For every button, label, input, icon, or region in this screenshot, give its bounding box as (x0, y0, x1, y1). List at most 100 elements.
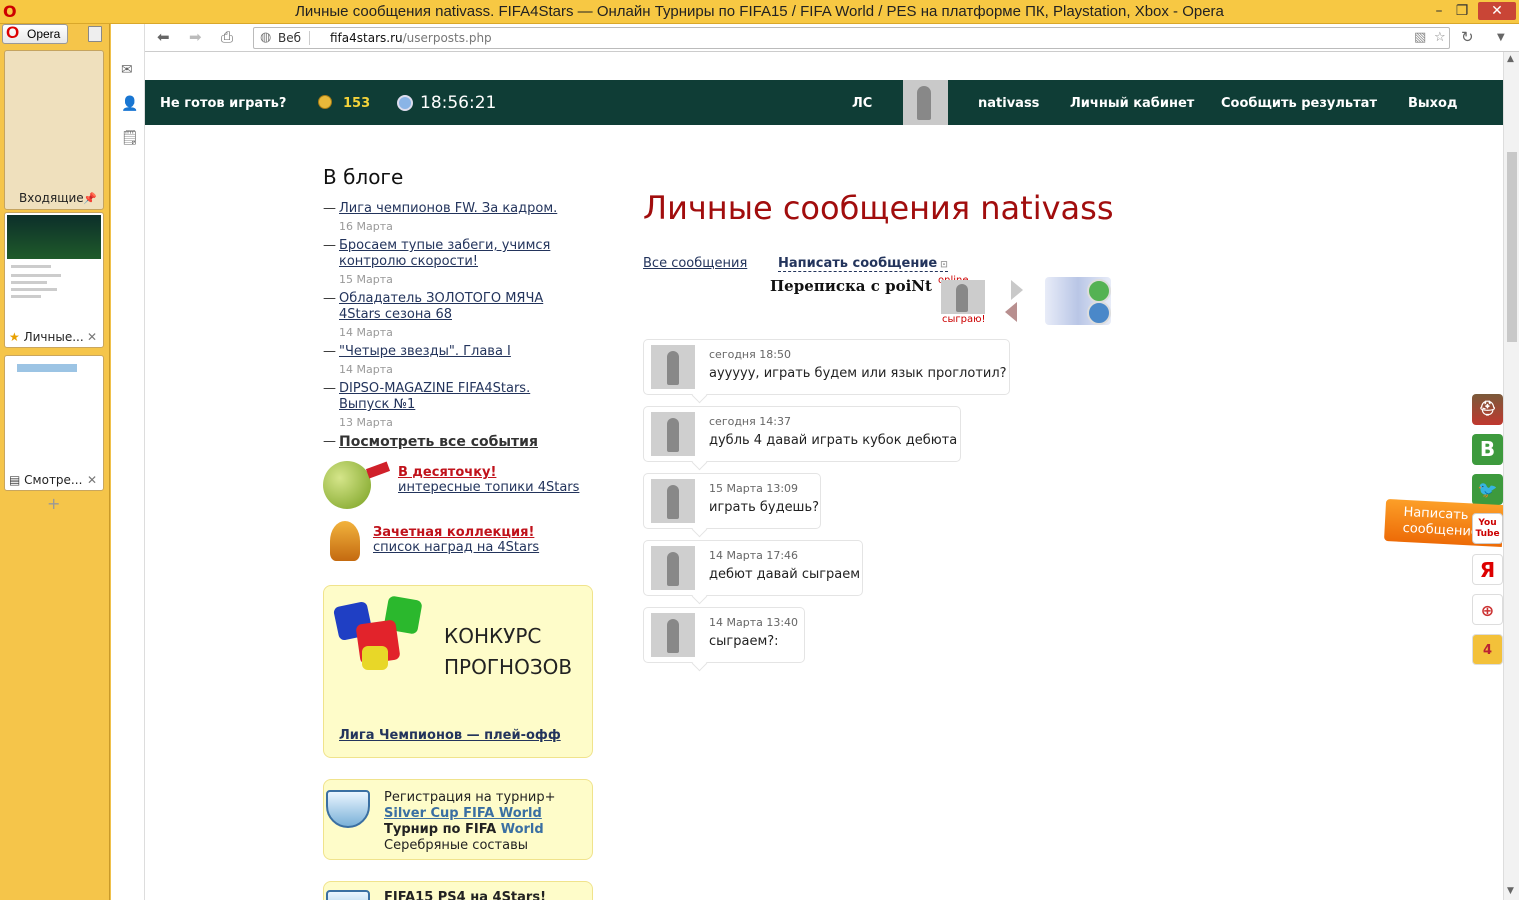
registration-box[interactable]: Регистрация на турнир+ Silver Cup FIFA W… (323, 779, 593, 860)
vk-icon[interactable]: B (1472, 434, 1503, 465)
download-icon[interactable]: ⎙ (221, 28, 233, 46)
web-label[interactable]: Веб (260, 30, 311, 45)
clock-icon (397, 95, 413, 111)
avatar[interactable] (651, 479, 695, 523)
promo-top-sub[interactable]: интересные топики 4Stars (398, 480, 579, 495)
blog-date: 14 Марта (339, 326, 393, 339)
blog-link[interactable]: Бросаем тупые забеги, учимся контролю ск… (339, 238, 550, 269)
close-tab-icon[interactable]: ✕ (87, 473, 97, 487)
scroll-up-icon[interactable]: ▲ (1507, 54, 1514, 64)
yandex-icon[interactable]: Я (1472, 554, 1503, 585)
write-message-link[interactable]: Написать сообщение (778, 256, 948, 272)
team-logos[interactable] (1045, 277, 1111, 325)
lifebuoy-icon[interactable]: ⊕ (1472, 594, 1503, 625)
message-bubble: сегодня 14:37 дубль 4 давай играть кубок… (643, 406, 961, 462)
contest-link[interactable]: Лига Чемпионов — плей-офф (339, 728, 561, 743)
blog-link[interactable]: Лига чемпионов FW. За кадром. (339, 201, 557, 216)
back-icon[interactable]: ⬅ (157, 28, 170, 46)
message-time: 15 Марта 13:09 (709, 482, 799, 495)
avatar[interactable] (651, 345, 695, 389)
nav-user[interactable]: nativass (978, 96, 1039, 111)
url-path: /userposts.php (402, 31, 492, 45)
tab-caption: ★ Личные... ✕ (9, 330, 99, 344)
restore-icon[interactable]: ❐ (1451, 2, 1473, 20)
next-promo-text: FIFA15 PS4 на 4Stars! (384, 890, 546, 900)
promo-awards-sub[interactable]: список наград на 4Stars (373, 540, 539, 555)
blog-link[interactable]: DIPSO-MAGAZINE FIFA4Stars. Выпуск №1 (339, 381, 530, 412)
blog-link[interactable]: Обладатель ЗОЛОТОГО МЯЧА 4Stars сезона 6… (339, 291, 543, 322)
reg-line3-a: Турнир по FIFA (384, 822, 501, 837)
minimize-icon[interactable]: – (1428, 2, 1450, 20)
address-bar[interactable]: Веб fifa4stars.ru/userposts.php ▧ ☆ (253, 27, 1450, 49)
url-domain: fifa4stars.ru (330, 31, 403, 45)
twitter-icon[interactable]: 🐦 (1472, 474, 1503, 505)
peer-avatar[interactable] (941, 280, 985, 314)
message-time: сегодня 18:50 (709, 348, 791, 361)
pin-icon[interactable]: 📌 (83, 192, 97, 205)
add-tab-icon[interactable]: + (47, 494, 60, 513)
cap-widget-icon[interactable]: ⛑ (1472, 394, 1503, 425)
promo-top-topics: В десяточку! интересные топики 4Stars (398, 465, 579, 495)
window-title: Личные сообщения nativass. FIFA4Stars — … (295, 3, 1224, 20)
nav-cabinet[interactable]: Личный кабинет (1070, 96, 1194, 111)
page-scrollbar[interactable]: ▲ ▼ (1503, 52, 1519, 900)
message-time: 14 Марта 13:40 (709, 616, 799, 629)
avatar[interactable] (651, 546, 695, 590)
next-promo-box[interactable]: FIFA15 PS4 на 4Stars! (323, 881, 593, 900)
bookmark-star-icon[interactable]: ☆ (1434, 30, 1446, 45)
contacts-icon[interactable]: 👤 (121, 96, 138, 112)
tab-thumbnail-watch[interactable]: ▤ Смотре... ✕ (4, 355, 104, 491)
rss-icon[interactable]: ▧ (1414, 30, 1426, 45)
list-item: Бросаем тупые забеги, учимся контролю ск… (323, 238, 583, 288)
page-title: Личные сообщения nativass (643, 189, 1114, 227)
inbox-stack[interactable]: Входящие 📌 (4, 50, 104, 210)
server-time: 18:56:21 (420, 93, 497, 113)
blog-link[interactable]: "Четыре звезды". Глава I (339, 344, 511, 359)
notes-icon[interactable]: 🗒 (121, 130, 139, 146)
blog-date: 15 Марта (339, 273, 393, 286)
star-4-icon[interactable]: 4 (1472, 634, 1503, 665)
blog-heading: В блоге (323, 165, 404, 189)
url-text[interactable]: fifa4stars.ru/userposts.php (330, 31, 492, 45)
avatar[interactable] (651, 412, 695, 456)
apple-target-icon (323, 461, 371, 509)
list-item: Посмотреть все события (323, 434, 583, 451)
browser-navbar: ⬅ ➡ ⎙ Веб fifa4stars.ru/userposts.php ▧ … (145, 24, 1519, 52)
dropdown-icon[interactable]: ▼ (1497, 32, 1505, 43)
youtube-icon[interactable]: You Tube (1472, 513, 1503, 544)
close-tab-icon[interactable]: ✕ (87, 330, 97, 344)
opera-menu-button[interactable]: O Opera (2, 24, 68, 44)
forward-icon[interactable]: ➡ (189, 28, 202, 46)
promo-top-title[interactable]: В десяточку! (398, 465, 579, 480)
scroll-thumb[interactable] (1507, 152, 1517, 342)
contest-box[interactable]: КОНКУРС ПРОГНОЗОВ Лига Чемпионов — плей-… (323, 585, 593, 758)
play-status[interactable]: Не готов играть? (160, 96, 286, 111)
nav-pm[interactable]: ЛС (852, 96, 872, 111)
page-content: В блоге Лига чемпионов FW. За кадром. 16 … (145, 125, 1503, 900)
dice-icon (362, 646, 388, 670)
nav-report[interactable]: Сообщить результат (1221, 96, 1377, 111)
message-time: сегодня 14:37 (709, 415, 791, 428)
tab-thumbnail-messages[interactable]: ★ Личные... ✕ (4, 212, 104, 348)
reg-line4: Серебряные составы (384, 838, 529, 853)
mail-icon[interactable]: ✉ (121, 62, 133, 78)
scroll-down-icon[interactable]: ▼ (1507, 886, 1514, 896)
promo-awards-title[interactable]: Зачетная коллекция! (373, 525, 539, 540)
all-events-link[interactable]: Посмотреть все события (339, 434, 538, 450)
reload-icon[interactable]: ↻ (1461, 28, 1474, 46)
contest-title-line1: КОНКУРС (444, 624, 542, 648)
contest-title: КОНКУРС ПРОГНОЗОВ (444, 621, 572, 683)
ps-shield-icon (326, 890, 370, 900)
reg-cup-link[interactable]: Silver Cup FIFA World (384, 806, 556, 822)
all-messages-link[interactable]: Все сообщения (643, 256, 747, 271)
trash-icon[interactable] (88, 26, 102, 42)
nav-logout[interactable]: Выход (1408, 96, 1457, 111)
close-window-icon[interactable]: ✕ (1478, 2, 1516, 20)
trophy-icon (330, 521, 360, 561)
blog-list: Лига чемпионов FW. За кадром. 16 Марта Бр… (323, 201, 583, 454)
avatar[interactable] (903, 80, 948, 125)
play-status-badge: сыграю! (942, 314, 986, 325)
opera-tab-panel: O Opera Входящие 📌 ▼ ★ Личные... ✕ ▤ Смо… (0, 24, 110, 900)
registration-text: Регистрация на турнир+ Silver Cup FIFA W… (384, 790, 556, 854)
avatar[interactable] (651, 613, 695, 657)
